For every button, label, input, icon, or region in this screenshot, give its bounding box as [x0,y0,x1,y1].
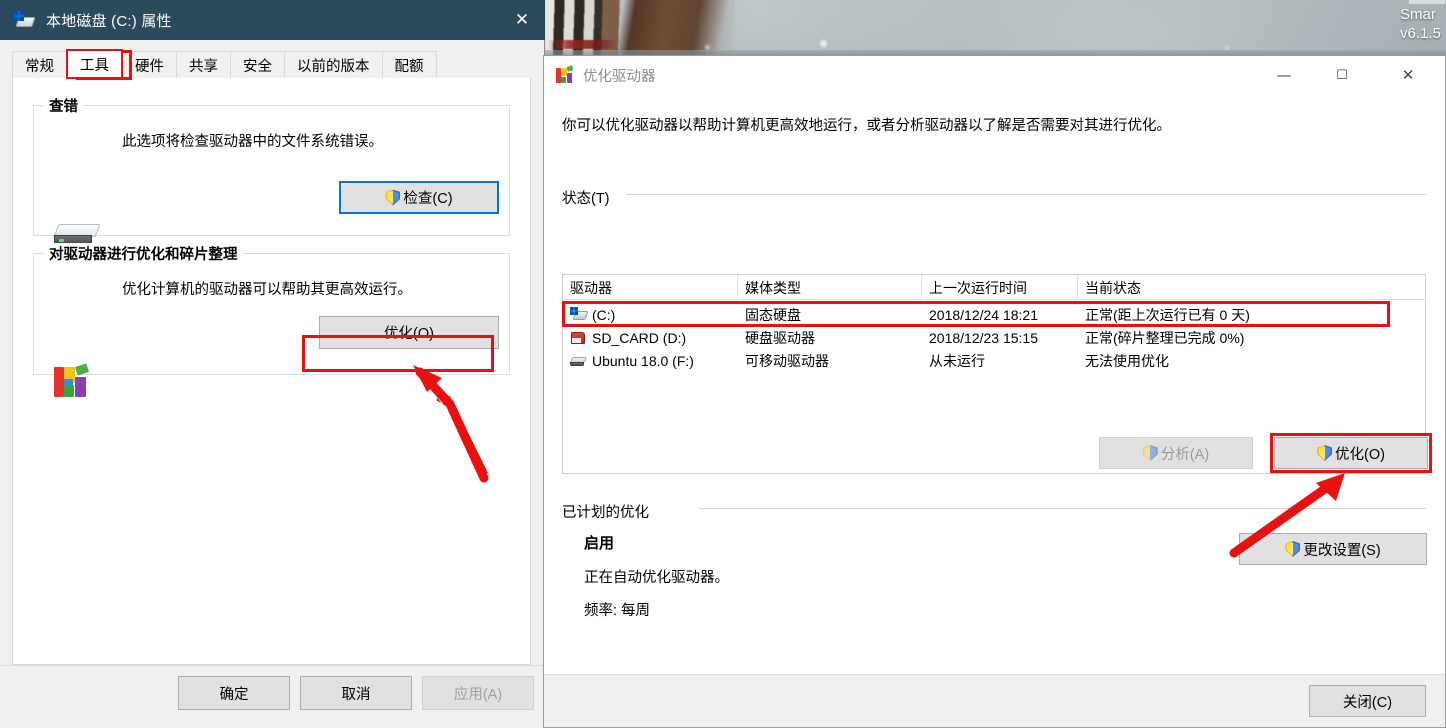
tab-label: 工具 [80,57,109,74]
scheduled-frequency: 频率: 每周 [584,603,651,619]
optimize-intro-text: 你可以优化驱动器以帮助计算机更高效地运行，或者分析驱动器以了解是否需要对其进行优… [562,118,1171,134]
tab-label: 配额 [394,59,424,75]
table-row[interactable]: Ubuntu 18.0 (F:) 可移动驱动器 从未运行 无法使用优化 [563,349,1425,372]
cell-current-status: 无法使用优化 [1085,352,1169,369]
tab-previous-versions[interactable]: 以前的版本 [284,51,383,79]
optimize-window-title: 优化驱动器 [583,68,656,85]
tab-label: 安全 [243,59,272,75]
disk-properties-window: 本地磁盘 (C:) 属性 ✕ 常规 工具 硬件 共享 安全 以前的版本 配额 查… [0,0,545,728]
tab-label: 共享 [189,59,218,75]
optimize-group-description: 优化计算机的驱动器可以帮助其更高效运行。 [122,282,412,298]
maximize-icon[interactable]: ☐ [1319,56,1365,94]
cell-last-run: 2018/12/23 15:15 [929,329,1038,346]
watermark-line-1: Smar [1400,6,1436,23]
properties-window-title: 本地磁盘 (C:) 属性 [46,12,172,30]
optimize-button[interactable]: 优化(O) [319,316,499,349]
status-section-rule [626,194,1426,195]
cell-drive: (C:) [592,306,616,323]
cell-media-type: 可移动驱动器 [745,352,829,369]
tab-hardware[interactable]: 硬件 [122,51,177,79]
bokeh-dot [820,40,827,47]
column-header-last-run[interactable]: 上一次运行时间 [922,275,1078,300]
column-header-current-status[interactable]: 当前状态 [1078,275,1425,300]
system-drive-icon [570,307,589,322]
change-settings-label: 更改设置(S) [1303,542,1381,559]
wallpaper-strap [548,40,618,49]
optimize-button-label: 优化(O) [1335,446,1385,463]
optimize-drives-window: 优化驱动器 — ☐ ✕ 你可以优化驱动器以帮助计算机更高效地运行，或者分析驱动器… [543,55,1446,728]
analyze-button-label: 分析(A) [1160,446,1210,463]
scheduled-detail: 正在自动优化驱动器。 [584,570,729,586]
uac-shield-icon [385,190,400,206]
table-row[interactable]: (C:) 固态硬盘 2018/12/24 18:21 正常(距上次运行已有 0 … [563,303,1425,326]
uac-shield-icon [1317,445,1332,461]
scheduled-state: 启用 [584,535,615,552]
change-settings-button[interactable]: 更改设置(S) [1239,533,1427,565]
cell-drive: Ubuntu 18.0 (F:) [592,352,694,369]
cell-current-status: 正常(距上次运行已有 0 天) [1085,306,1250,323]
tab-general[interactable]: 常规 [12,51,67,79]
optimize-button-label: 优化(O) [384,326,434,342]
column-header-media-type[interactable]: 媒体类型 [738,275,922,300]
close-icon[interactable]: ✕ [499,0,545,40]
minimize-icon[interactable]: — [1261,56,1307,94]
error-checking-legend: 查错 [44,95,83,116]
tab-tools[interactable]: 工具 [66,49,123,79]
column-header-drive[interactable]: 驱动器 [563,275,738,300]
desktop-watermark: Smar v6.1.5 [1400,5,1446,47]
optimize-footer: 关闭(C) [544,674,1445,727]
close-icon[interactable]: ✕ [1385,56,1431,94]
defragment-icon [54,363,94,399]
cell-last-run: 从未运行 [929,352,985,369]
watermark-panel-edge [1408,0,1446,5]
error-checking-group: 查错 此选项将检查驱动器中的文件系统错误。 检查(C) [33,95,510,236]
tab-label: 以前的版本 [297,59,370,75]
cell-media-type: 硬盘驱动器 [745,329,815,346]
properties-tab-strip: 常规 工具 硬件 共享 安全 以前的版本 配额 [12,49,531,79]
disk-drive-icon [14,10,36,30]
optimize-button[interactable]: 优化(O) [1274,437,1428,469]
ok-button[interactable]: 确定 [178,676,290,710]
removable-drive-icon [569,353,588,368]
defragment-icon [556,65,574,84]
status-section-heading: 状态(T) [562,191,610,207]
properties-footer: 确定 取消 应用(A) [0,665,545,728]
analyze-button[interactable]: 分析(A) [1099,437,1253,469]
error-checking-description: 此选项将检查驱动器中的文件系统错误。 [122,134,383,150]
tab-quota[interactable]: 配额 [381,51,437,79]
uac-shield-icon [1285,541,1300,557]
tab-security[interactable]: 安全 [230,51,285,79]
optimize-title-bar: 优化驱动器 — ☐ ✕ [544,56,1445,94]
tab-sharing[interactable]: 共享 [176,51,231,79]
tab-label: 常规 [25,59,54,75]
cell-drive: SD_CARD (D:) [592,329,687,346]
cell-last-run: 2018/12/24 18:21 [929,306,1038,323]
sd-card-icon [570,330,587,345]
optimize-defragment-group: 对驱动器进行优化和碎片整理 优化计算机的驱动器可以帮助其更高效运行。 优化(O) [33,243,510,375]
cell-current-status: 正常(碎片整理已完成 0%) [1085,329,1245,346]
cancel-button[interactable]: 取消 [300,676,412,710]
cell-media-type: 固态硬盘 [745,306,801,323]
scheduled-section-heading: 已计划的优化 [562,505,649,521]
tools-tab-panel: 查错 此选项将检查驱动器中的文件系统错误。 检查(C) 对驱动器进行优化和碎片整… [12,78,531,665]
tab-label: 硬件 [135,59,164,75]
check-button[interactable]: 检查(C) [339,181,499,214]
close-button[interactable]: 关闭(C) [1309,685,1426,717]
optimize-group-legend: 对驱动器进行优化和碎片整理 [44,243,243,264]
uac-shield-icon [1143,445,1158,461]
check-button-label: 检查(C) [403,191,453,207]
scheduled-section-rule [699,508,1426,509]
drives-table-header: 驱动器 媒体类型 上一次运行时间 当前状态 [563,275,1425,300]
watermark-line-2: v6.1.5 [1400,25,1441,42]
apply-button[interactable]: 应用(A) [422,676,534,710]
table-row[interactable]: SD_CARD (D:) 硬盘驱动器 2018/12/23 15:15 正常(碎… [563,326,1425,349]
properties-title-bar: 本地磁盘 (C:) 属性 ✕ [0,0,545,40]
